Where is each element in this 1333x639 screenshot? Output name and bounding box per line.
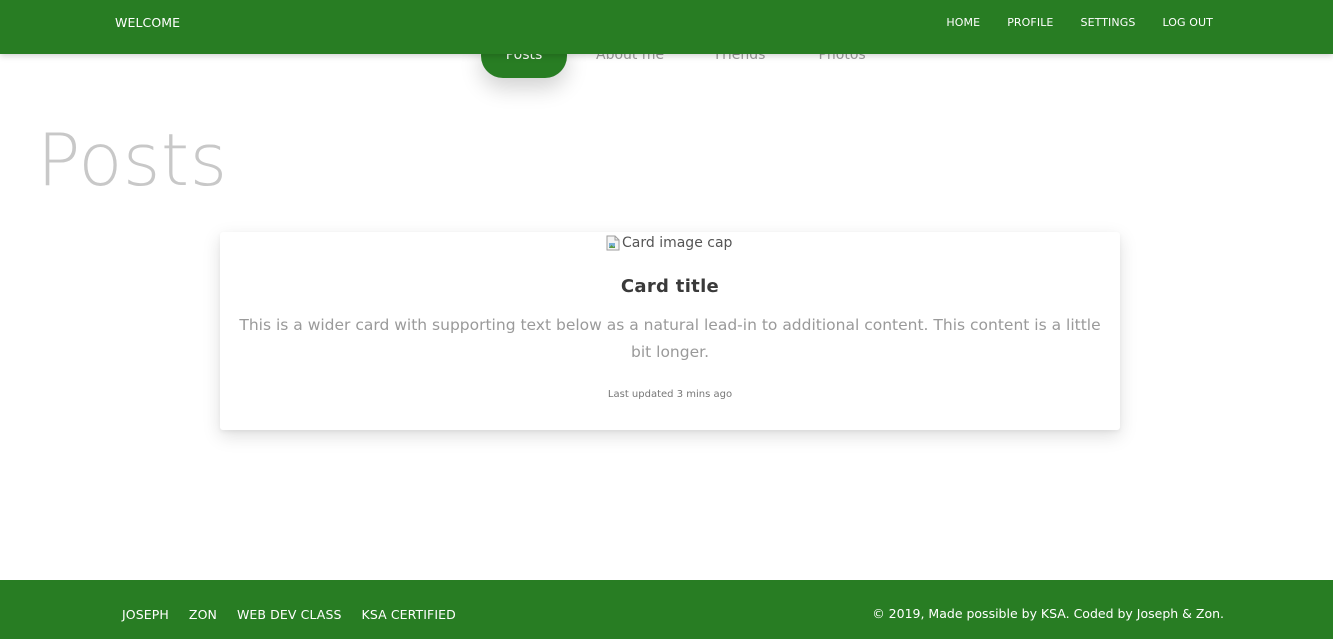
footer-link-zon[interactable]: ZON [189, 607, 217, 622]
card-updated-time: Last updated 3 mins ago [607, 389, 733, 400]
footer-links: JOSEPH ZON WEB DEV CLASS KSA CERTIFIED [122, 607, 476, 622]
brand-link[interactable]: WELCOME [115, 15, 180, 30]
footer-link-ksa-certified[interactable]: KSA CERTIFIED [362, 607, 456, 622]
nav-profile-link[interactable]: PROFILE [1007, 16, 1053, 29]
nav-home-link[interactable]: HOME [946, 16, 980, 29]
footer-link-joseph[interactable]: JOSEPH [122, 607, 169, 622]
nav-settings-link[interactable]: SETTINGS [1080, 16, 1135, 29]
page-title: Posts [37, 118, 228, 202]
copyright-text: © 2019, Made possible by KSA. Coded by J… [872, 606, 1224, 621]
footer-link-web-dev-class[interactable]: WEB DEV CLASS [237, 607, 342, 622]
card-title: Card title [620, 276, 720, 297]
nav-logout-link[interactable]: LOG OUT [1162, 16, 1213, 29]
top-nav-links: HOME PROFILE SETTINGS LOG OUT [919, 16, 1213, 29]
card-image-alt-text: Card image cap [622, 235, 733, 251]
broken-image-icon [606, 235, 620, 251]
post-card: Card image cap Card title This is a wide… [220, 232, 1120, 430]
card-text: This is a wider card with supporting tex… [239, 316, 1101, 361]
top-navbar: WELCOME HOME PROFILE SETTINGS LOG OUT [0, 0, 1333, 54]
footer: JOSEPH ZON WEB DEV CLASS KSA CERTIFIED ©… [0, 580, 1333, 639]
card-image: Card image cap [606, 234, 732, 252]
